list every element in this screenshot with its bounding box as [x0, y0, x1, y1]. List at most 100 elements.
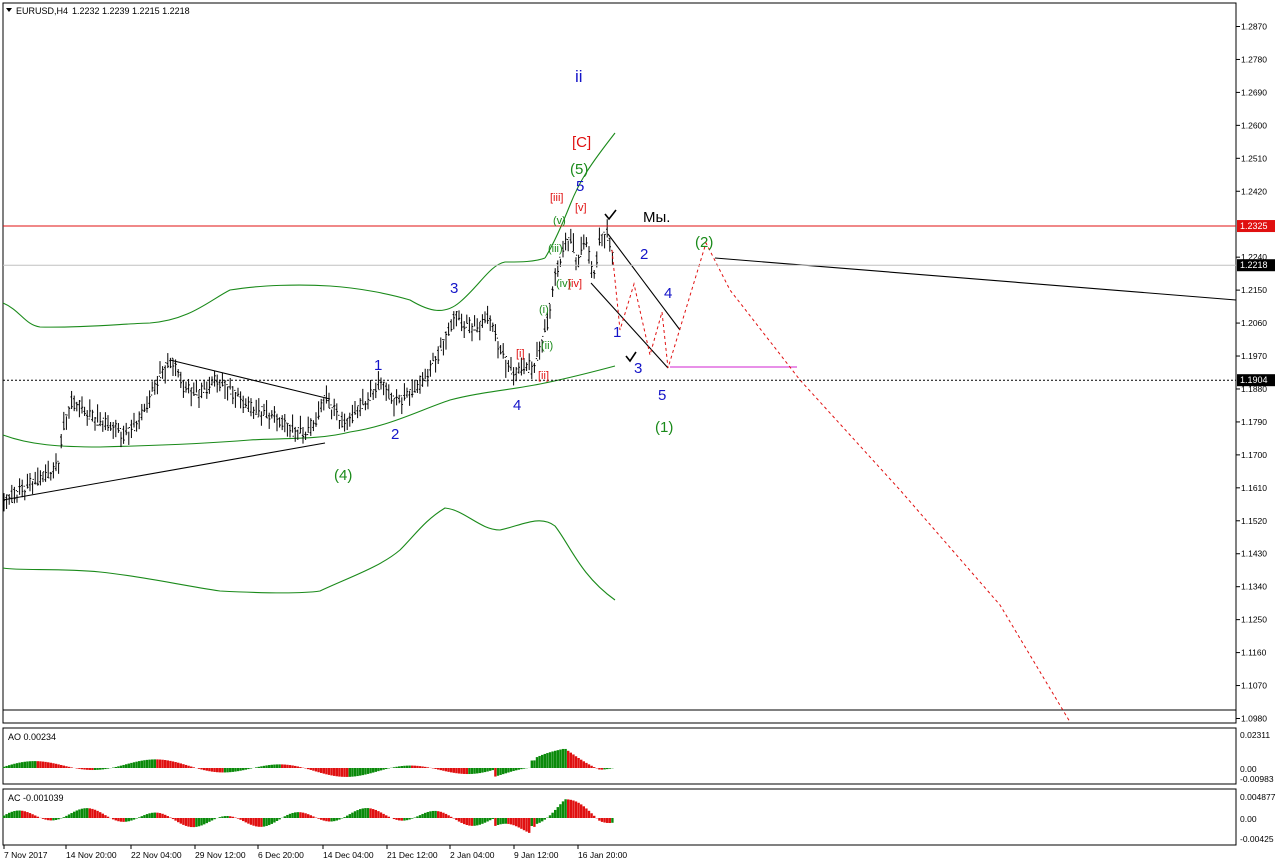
histogram-bar [473, 768, 476, 774]
histogram-bar [156, 759, 159, 768]
x-tick-label: 14 Dec 04:00 [323, 850, 374, 860]
histogram-bar [166, 760, 169, 768]
x-tick-label: 16 Jan 20:00 [578, 850, 627, 860]
histogram-bar [62, 765, 65, 768]
histogram-bar [564, 748, 567, 768]
histogram-bar [57, 818, 60, 820]
histogram-bar [556, 807, 559, 818]
histogram-bar [294, 812, 297, 818]
histogram-bar [611, 818, 614, 823]
histogram-bar [153, 812, 156, 818]
histogram-bar [400, 818, 403, 821]
histogram-bar [93, 768, 97, 770]
histogram-bar [312, 816, 315, 818]
histogram-bar [593, 767, 596, 768]
histogram-bar [255, 818, 258, 827]
histogram-bar [366, 768, 370, 774]
histogram-bar [309, 815, 312, 818]
histogram-bar [520, 768, 523, 770]
histogram-bar [2, 815, 6, 818]
histogram-bar [374, 809, 377, 818]
histogram-bar [184, 764, 188, 768]
histogram-bar [5, 814, 8, 818]
histogram-bar [242, 818, 245, 822]
histogram-bar [273, 764, 276, 768]
histogram-bar [496, 818, 500, 825]
symbol-dropdown-icon[interactable] [6, 8, 12, 12]
envelope-lines [2, 132, 616, 601]
histogram-bar [346, 815, 349, 818]
histogram-bar [307, 768, 310, 770]
x-tick-label: 22 Nov 04:00 [131, 850, 182, 860]
histogram-bar [262, 818, 266, 827]
histogram-bar [335, 768, 338, 777]
histogram-bar [174, 762, 177, 768]
y-tick-label: 1.2060 [1241, 318, 1267, 328]
wave-label: 1 [374, 357, 382, 374]
histogram-bar [135, 818, 138, 819]
histogram-bar [36, 816, 39, 818]
histogram-bar [119, 818, 123, 822]
histogram-bar [559, 804, 562, 818]
histogram-bar [413, 765, 416, 768]
histogram-bar [23, 811, 26, 818]
histogram-bar [473, 818, 476, 826]
histogram-bar [522, 818, 526, 831]
histogram-bar [101, 813, 104, 818]
ac-tick: 0.004877 [1240, 792, 1276, 802]
histogram-bar [395, 818, 398, 820]
histogram-bar [231, 768, 234, 772]
histogram-bar [593, 815, 596, 818]
histogram-bar [270, 818, 273, 824]
histogram-bar [463, 768, 466, 774]
histogram-bar [478, 818, 481, 825]
histogram-bar [600, 768, 604, 770]
histogram-bar [182, 818, 185, 825]
histogram-bar [512, 818, 515, 826]
histogram-bar [551, 751, 554, 768]
histogram-bar [338, 818, 341, 820]
histogram-bar [13, 811, 16, 818]
envelope-curve [2, 507, 616, 601]
histogram-bar [28, 761, 32, 768]
histogram-bar [130, 818, 133, 821]
histogram-bar [460, 818, 463, 823]
histogram-bar [44, 761, 47, 768]
histogram-bar [322, 818, 325, 821]
histogram-bar [60, 764, 63, 768]
histogram-bar [265, 765, 268, 768]
histogram-bar [608, 768, 611, 769]
histogram-bar [395, 766, 398, 768]
histogram-bar [138, 761, 141, 768]
histogram-bar [535, 757, 539, 768]
histogram-bar [18, 762, 21, 768]
histogram-bar [273, 818, 276, 823]
histogram-bar [541, 818, 544, 822]
histogram-bar [190, 766, 193, 768]
histogram-bar [288, 765, 292, 768]
histogram-bar [476, 818, 479, 826]
histogram-bar [171, 761, 175, 768]
histogram-bar [522, 768, 526, 769]
histogram-bar [299, 812, 302, 818]
histogram-bar [421, 766, 424, 768]
histogram-bar [411, 818, 414, 819]
wave-label: 5 [576, 178, 584, 195]
wave-label: (2) [695, 234, 713, 251]
histogram-bar [18, 810, 21, 818]
histogram-bar [301, 812, 305, 818]
histogram-bar [512, 768, 515, 772]
histogram-bar [457, 818, 461, 822]
histogram-bar [127, 763, 130, 768]
y-tick-label: 1.1250 [1241, 615, 1267, 625]
wave-label: 3 [634, 360, 642, 377]
y-tick-label: 1.1520 [1241, 516, 1267, 526]
histogram-bar [208, 818, 211, 822]
histogram-bar [496, 768, 500, 776]
histogram-bar [114, 818, 117, 821]
histogram-bar [236, 818, 240, 819]
x-tick-label: 2 Jan 04:00 [450, 850, 495, 860]
ohlc-values: 1.2232 1.2239 1.2215 1.2218 [72, 6, 190, 16]
histogram-bar [502, 768, 505, 775]
y-tick-label: 1.2150 [1241, 285, 1267, 295]
